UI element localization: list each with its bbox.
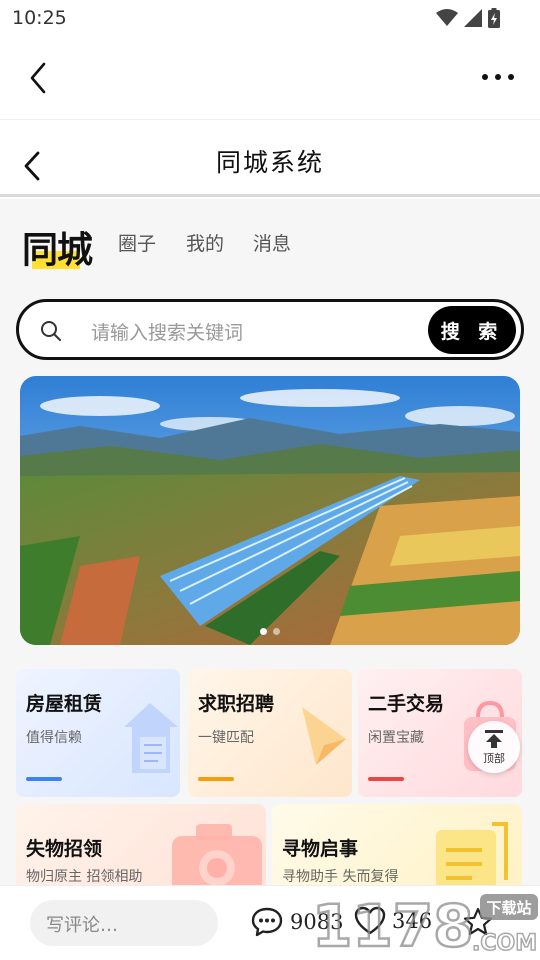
status-bar: 10:25 <box>0 0 540 38</box>
arrow-up-icon <box>485 729 503 748</box>
page-title: 同城系统 <box>215 148 324 177</box>
document-icon <box>436 822 508 885</box>
main-content: 同城 圈子 我的 消息 请输入搜索关键词 搜 索 房屋租赁 值得信赖 求职招聘 … <box>0 199 540 885</box>
card-title: 房屋租赁 <box>26 693 103 715</box>
comment-placeholder: 写评论… <box>46 915 118 936</box>
banner-carousel[interactable] <box>20 376 520 645</box>
search-icon <box>41 321 61 341</box>
brand-row: 同城 圈子 我的 消息 <box>0 199 540 289</box>
card-title: 失物招领 <box>26 838 103 860</box>
card-title: 寻物启事 <box>282 838 359 860</box>
card-subtitle: 一键匹配 <box>198 730 254 746</box>
card-title: 二手交易 <box>368 693 445 715</box>
tab-messages[interactable]: 消息 <box>253 229 291 256</box>
card-subtitle: 值得信赖 <box>26 730 82 746</box>
back-to-top-label: 顶部 <box>483 751 505 765</box>
battery-icon <box>488 8 500 28</box>
house-icon <box>124 703 178 773</box>
tab-circle[interactable]: 圈子 <box>118 229 156 256</box>
more-icon[interactable] <box>478 66 518 88</box>
search-button[interactable]: 搜 索 <box>428 306 516 354</box>
wifi-icon <box>436 9 458 26</box>
category-card-lost-found[interactable]: 失物招领 物归原主 招领相助 <box>16 804 266 885</box>
search-input[interactable]: 请输入搜索关键词 <box>91 318 243 345</box>
search-bar[interactable]: 请输入搜索关键词 搜 索 <box>16 299 524 360</box>
watermark-suffix: .COM <box>472 931 537 956</box>
comment-input[interactable]: 写评论… <box>30 900 218 946</box>
watermark-logo: 1178 .COM 下载站 <box>311 888 540 960</box>
comment-icon <box>251 907 283 937</box>
banner-dot[interactable] <box>260 628 267 635</box>
watermark-badge: 下载站 <box>486 899 531 917</box>
bottom-action-bar: 写评论… 9083 346 1178 .COM 下载站 <box>0 885 540 960</box>
back-icon[interactable] <box>24 58 60 98</box>
category-card-rental[interactable]: 房屋租赁 值得信赖 <box>16 669 180 797</box>
card-subtitle: 寻物助手 失而复得 <box>282 869 399 885</box>
camera-icon <box>172 824 262 885</box>
banner-indicator <box>20 628 520 635</box>
category-card-lost-items[interactable]: 寻物启事 寻物助手 失而复得 <box>272 804 522 885</box>
card-subtitle: 物归原主 招领相助 <box>26 869 143 885</box>
back-to-top-button[interactable]: 顶部 <box>468 721 520 773</box>
card-title: 求职招聘 <box>198 693 275 715</box>
watermark-brand: 1178 <box>312 892 473 958</box>
card-accent-bar <box>26 777 62 781</box>
banner-dot[interactable] <box>273 628 280 635</box>
brand-name: 同城 <box>22 230 93 271</box>
category-card-jobs[interactable]: 求职招聘 一键匹配 <box>188 669 352 797</box>
card-accent-bar <box>198 777 234 781</box>
signal-icon <box>464 9 482 27</box>
banner-image <box>20 376 520 645</box>
status-time: 10:25 <box>12 7 67 29</box>
brand-logo[interactable]: 同城 <box>22 221 93 273</box>
paper-plane-icon <box>302 707 346 765</box>
card-accent-bar <box>368 777 404 781</box>
app-header <box>0 38 540 120</box>
status-icons <box>436 8 500 28</box>
page-header: 同城系统 <box>0 121 540 197</box>
tab-mine[interactable]: 我的 <box>186 229 224 256</box>
card-subtitle: 闲置宝藏 <box>368 730 424 746</box>
